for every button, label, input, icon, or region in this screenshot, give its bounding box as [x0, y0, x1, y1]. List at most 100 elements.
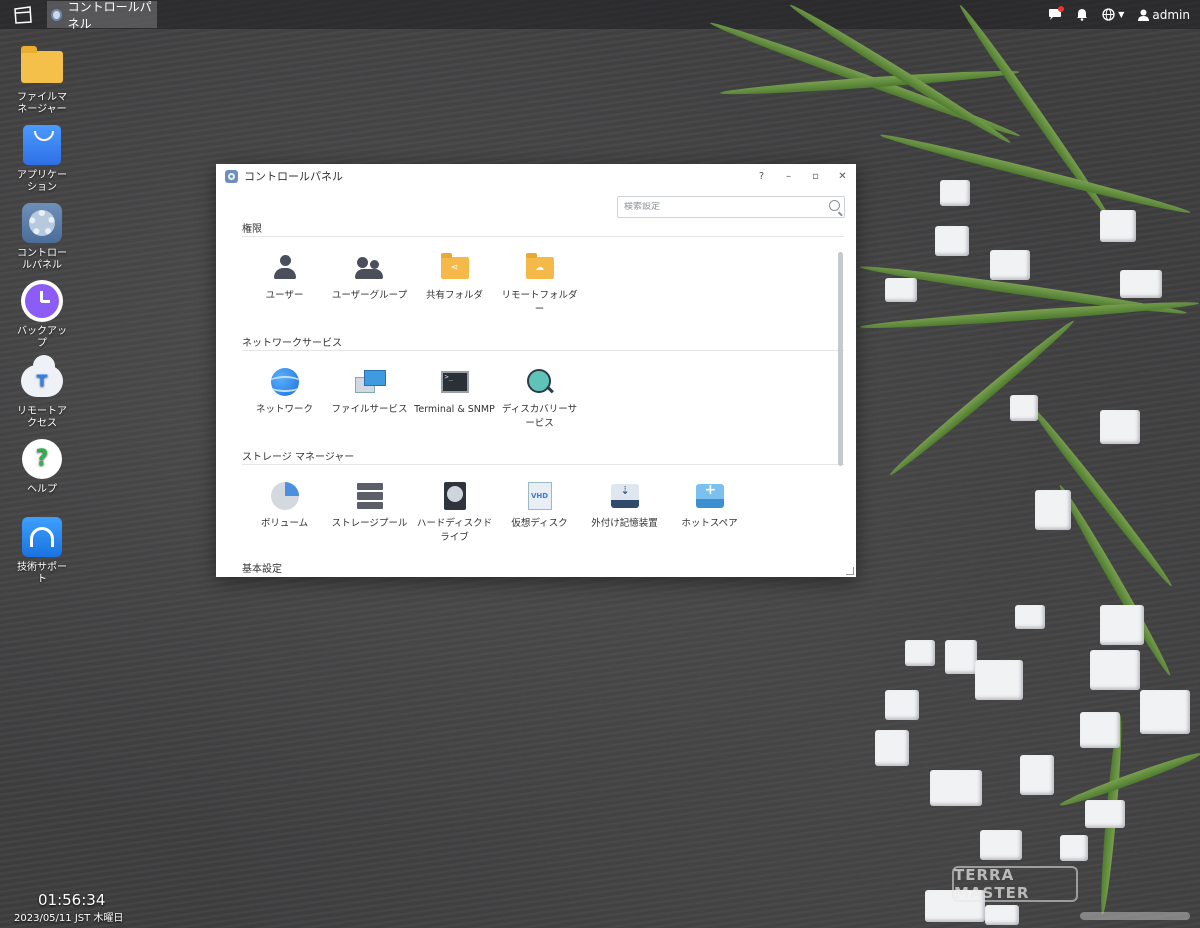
maximize-button[interactable]: ▫ [802, 166, 829, 186]
user-group-icon [354, 255, 385, 281]
desktop-icon-label: ヘルプ [27, 484, 57, 495]
item-label: 外付け記憶装置 [591, 518, 658, 529]
item-label: ファイルサービス [331, 404, 408, 415]
salt-crystal [1100, 410, 1140, 444]
item-label: ストレージプール [331, 518, 408, 529]
desktop-icon-backup[interactable]: バックアップ [10, 280, 74, 350]
desktop-icon-label: ファイルマネージャー [17, 92, 67, 115]
globe-icon [1102, 8, 1115, 21]
content-scrollbar[interactable] [838, 252, 843, 466]
start-menu-button[interactable] [0, 0, 46, 29]
desktop-icon-control-panel[interactable]: コントロールパネル [10, 202, 74, 272]
window-titlebar[interactable]: コントロールパネル ? – ▫ ✕ [216, 164, 856, 188]
item-label: 共有フォルダ [425, 290, 483, 301]
desktop-icon-remote-access[interactable]: T リモートアクセス [10, 355, 74, 430]
desktop-icon-label: アプリケーション [17, 170, 67, 193]
salt-crystal [1035, 490, 1071, 530]
item-user-group[interactable]: ユーザーグループ [327, 253, 412, 317]
dock-handle [1080, 912, 1190, 920]
item-shared-folder[interactable]: ⋖ 共有フォルダ [412, 253, 497, 317]
item-virtual-disk[interactable]: VHD 仮想ディスク [497, 481, 582, 545]
item-label: ホットスペア [681, 518, 738, 529]
desktop-icon-file-manager[interactable]: ファイルマネージャー [10, 46, 74, 116]
shared-folder-icon: ⋖ [440, 253, 469, 279]
user-menu-button[interactable]: admin [1138, 8, 1190, 22]
desktop-icon-label: コントロールパネル [17, 248, 67, 271]
support-icon [22, 517, 62, 557]
item-label: ユーザーグループ [331, 290, 408, 301]
window-resize-handle[interactable] [846, 567, 854, 575]
message-button[interactable] [1048, 6, 1065, 21]
control-panel-icon [225, 169, 238, 183]
salt-crystal [1120, 270, 1162, 298]
rosemary-leaf [719, 67, 1020, 98]
terminal-icon: >_ [440, 371, 469, 393]
backup-icon [21, 280, 63, 322]
salt-crystal [1100, 605, 1144, 645]
desktop-icon-support[interactable]: 技術サポート [10, 516, 74, 586]
section-title: 権限 [242, 224, 262, 235]
salt-crystal [1060, 835, 1088, 861]
desktop-clock-time: 01:56:34 [38, 891, 106, 909]
salt-crystal [980, 830, 1022, 860]
salt-crystal [935, 226, 969, 256]
user-icon [1138, 9, 1150, 21]
desktop-icon-app-center[interactable]: アプリケーション [10, 124, 74, 194]
salt-crystal [885, 278, 917, 302]
start-menu-icon [14, 5, 32, 24]
language-button[interactable]: ▼ [1102, 8, 1124, 21]
item-network[interactable]: ネットワーク [242, 367, 327, 431]
help-button[interactable]: ? [748, 166, 775, 186]
item-label: リモートフォルダー [501, 290, 578, 315]
hot-spare-icon [695, 482, 724, 508]
item-label: 仮想ディスク [511, 518, 568, 529]
taskbar-tab-control-panel[interactable]: コントロールパネル [47, 0, 157, 31]
item-volume[interactable]: ボリューム [242, 481, 327, 545]
item-file-service[interactable]: ファイルサービス [327, 367, 412, 431]
user-icon [273, 255, 296, 281]
item-external-storage[interactable]: 外付け記憶装置 [582, 481, 667, 545]
section-divider [242, 350, 844, 351]
help-icon: ? [22, 439, 62, 479]
desktop-icon-label: 技術サポート [17, 562, 67, 585]
control-panel-window: コントロールパネル ? – ▫ ✕ 権限 ユーザー ユーザーグループ [216, 164, 856, 577]
minimize-button[interactable]: – [775, 166, 802, 186]
item-user[interactable]: ユーザー [242, 253, 327, 317]
virtual-disk-icon: VHD [527, 482, 552, 510]
app-center-icon [23, 125, 61, 165]
storage-pool-icon [356, 483, 383, 509]
control-panel-icon [51, 8, 62, 21]
section-network-services: ネットワークサービス ネットワーク ファイルサービス >_ Terminal &… [242, 334, 844, 431]
bell-icon [1077, 9, 1088, 21]
rosemary-leaf [1058, 748, 1200, 810]
file-service-icon [354, 369, 386, 395]
rosemary-leaf [859, 298, 1200, 332]
desktop-icon-help[interactable]: ? ヘルプ [10, 438, 74, 496]
item-terminal-snmp[interactable]: >_ Terminal & SNMP [412, 367, 497, 431]
item-label: ユーザー [265, 290, 304, 301]
hdd-icon [443, 482, 466, 510]
desktop-icon-label: バックアップ [17, 326, 67, 349]
system-tray: ▼ admin [1048, 6, 1200, 22]
item-storage-pool[interactable]: ストレージプール [327, 481, 412, 545]
item-hot-spare[interactable]: ホットスペア [667, 481, 752, 545]
item-label: ボリューム [260, 518, 309, 529]
section-storage-manager: ストレージ マネージャー ボリューム ストレージプール ハードディスクドライブ … [242, 448, 844, 545]
item-label: ネットワーク [255, 404, 313, 415]
salt-crystal [975, 660, 1023, 700]
taskbar-tab-label: コントロールパネル [67, 0, 152, 31]
close-button[interactable]: ✕ [829, 166, 856, 186]
section-basic-settings: 基本設定 [242, 560, 844, 574]
salt-crystal [985, 905, 1019, 925]
salt-crystal [1140, 690, 1190, 734]
salt-crystal [1090, 650, 1140, 690]
item-remote-folder[interactable]: ☁ リモートフォルダー [497, 253, 582, 317]
item-label: ディスカバリーサービス [501, 404, 578, 429]
notification-button[interactable] [1076, 8, 1088, 21]
item-hdd[interactable]: ハードディスクドライブ [412, 481, 497, 545]
item-discovery-service[interactable]: ディスカバリーサービス [497, 367, 582, 431]
salt-crystal [1020, 755, 1054, 795]
section-divider [242, 464, 844, 465]
item-label: Terminal & SNMP [414, 404, 495, 415]
salt-crystal [945, 640, 977, 674]
